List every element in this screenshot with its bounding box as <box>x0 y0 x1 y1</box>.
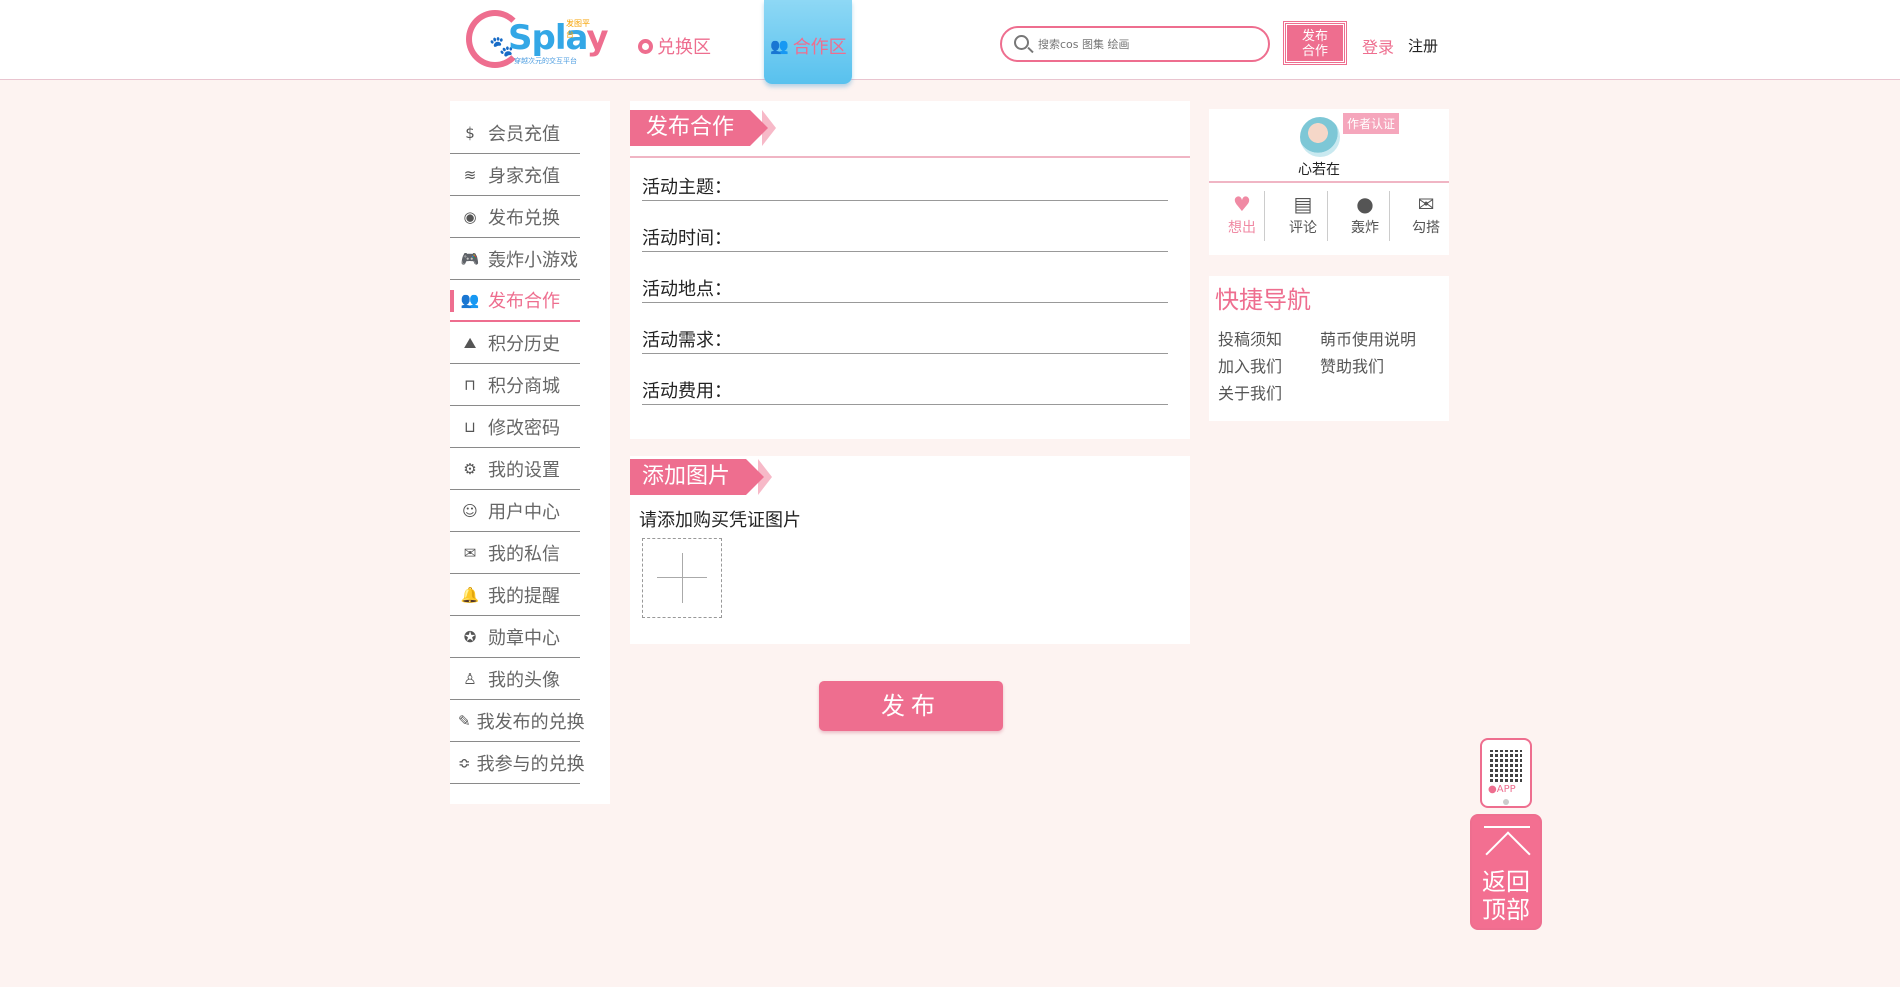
sidebar-item-my-settings[interactable]: ⚙ 我的设置 <box>450 448 580 490</box>
sidebar-item-reminders[interactable]: 🔔 我的提醒 <box>450 574 580 616</box>
dollar-icon: $ <box>465 123 475 142</box>
ring-icon <box>638 38 653 54</box>
apple-icon: ● <box>1488 784 1497 795</box>
sidebar-item-publish-exchange[interactable]: ◉ 发布兑换 <box>450 196 580 238</box>
sidebar-item-vip-recharge[interactable]: $ 会员充值 <box>450 112 580 154</box>
sidebar-item-points-history[interactable]: ⛰ 积分历史 <box>450 322 580 364</box>
people-icon: 👥 <box>770 37 789 55</box>
activity-requirements-label: 活动需求： <box>642 330 732 351</box>
people-icon: 👥 <box>460 291 480 309</box>
activity-topic-field: 活动主题： <box>642 171 1168 201</box>
link-about-us[interactable]: 关于我们 <box>1218 380 1282 404</box>
nav-exchange-label: 兑换区 <box>657 37 711 58</box>
gear-icon: ⚙ <box>463 459 477 478</box>
logo-flag: 发图平台 <box>566 19 590 39</box>
bell-icon: 🔔 <box>460 585 480 604</box>
person-icon: ♙ <box>463 669 477 688</box>
cosplay-logo[interactable]: 🐾 Splay 发图平台 穿越次元的交互平台 <box>466 8 609 68</box>
login-link[interactable]: 登录 <box>1362 34 1394 58</box>
divider <box>630 156 1190 158</box>
cooperation-form-panel: 发布合作 活动主题： 活动时间： 活动地点： 活动需求： 活动费用： <box>630 101 1190 439</box>
user-settings-icon: ☺ <box>462 501 478 520</box>
coins-icon: ≋ <box>463 165 477 184</box>
search-box <box>1000 26 1270 62</box>
site-header: 🐾 Splay 发图平台 穿越次元的交互平台 兑换区 👥 合作区 发布 合作 登… <box>0 0 1900 84</box>
sidebar-item-bomb-game[interactable]: 🎮 轰炸小游戏 <box>450 238 580 280</box>
logo-tagline: 穿越次元的交互平台 <box>514 57 577 65</box>
sidebar-item-publish-cooperation[interactable]: 👥 发布合作 <box>450 280 580 322</box>
author-badge: 作者认证 <box>1343 113 1400 134</box>
comment-button[interactable]: ▤ 评论 <box>1273 191 1333 241</box>
activity-time-label: 活动时间： <box>642 228 732 249</box>
sidebar-item-my-joined-exchanges[interactable]: ≎ 我参与的兑换 <box>450 742 585 784</box>
comment-icon: ▤ <box>1293 192 1313 216</box>
activity-time-field: 活动时间： <box>642 222 1168 252</box>
activity-location-input[interactable] <box>732 273 1152 299</box>
shoe-icon: ⛰ <box>463 333 477 352</box>
search-icon[interactable] <box>1014 35 1029 50</box>
link-coin-guide[interactable]: 萌币使用说明 <box>1320 326 1416 350</box>
quick-nav-title: 快捷导航 <box>1215 286 1311 314</box>
register-link[interactable]: 注册 <box>1408 35 1438 56</box>
publish-cooperation-button[interactable]: 发布 合作 <box>1283 21 1347 65</box>
want-button[interactable]: ♥ 想出 <box>1212 191 1272 241</box>
sidebar-item-private-messages[interactable]: ✉ 我的私信 <box>450 532 580 574</box>
envelope-icon: ✉ <box>463 543 477 562</box>
activity-time-input[interactable] <box>732 222 1152 248</box>
quick-nav: 快捷导航 投稿须知 萌币使用说明 加入我们 赞助我们 关于我们 <box>1209 276 1449 421</box>
mail-icon: ✉ <box>1417 192 1435 216</box>
activity-requirements-input[interactable] <box>732 324 1152 350</box>
app-label: ●APP <box>1488 784 1516 795</box>
heart-icon: ♥ <box>1233 192 1251 216</box>
avatar[interactable] <box>1300 117 1340 157</box>
nav-exchange[interactable]: 兑换区 <box>638 33 711 59</box>
lock-icon: ⊔ <box>464 417 476 436</box>
link-sponsor-us[interactable]: 赞助我们 <box>1320 353 1384 377</box>
activity-location-label: 活动地点： <box>642 279 732 300</box>
sidebar-item-points-mall[interactable]: ⊓ 积分商城 <box>450 364 580 406</box>
back-to-top-button[interactable]: 返回 顶部 <box>1470 814 1542 930</box>
ring-icon: ◉ <box>463 207 477 226</box>
submit-button[interactable]: 发布 <box>819 681 1003 731</box>
image-upload-box[interactable] <box>642 538 722 618</box>
link-join-us[interactable]: 加入我们 <box>1218 353 1282 377</box>
activity-cost-field: 活动费用： <box>642 375 1168 405</box>
app-download-widget[interactable]: ●APP <box>1480 738 1532 808</box>
activity-topic-label: 活动主题： <box>642 177 732 198</box>
contact-button[interactable]: ✉ 勾搭 <box>1396 191 1456 241</box>
sidebar-menu: $ 会员充值 ≋ 身家充值 ◉ 发布兑换 🎮 轰炸小游戏 👥 发布合作 ⛰ 积分历史 ⊓ 积分… <box>450 101 610 804</box>
medal-icon: ✪ <box>463 627 477 646</box>
gamepad-icon: 🎮 <box>460 249 480 268</box>
layers-icon: ≎ <box>458 753 471 772</box>
sidebar-item-change-password[interactable]: ⊔ 修改密码 <box>450 406 580 448</box>
bomb-button[interactable]: ● 轰炸 <box>1335 191 1395 241</box>
sidebar-item-user-center[interactable]: ☺ 用户中心 <box>450 490 580 532</box>
add-images-panel: 添加图片 请添加购买凭证图片 <box>630 456 1190 644</box>
search-input[interactable] <box>1038 34 1258 54</box>
top-bar-icon <box>1484 826 1530 828</box>
image-hint: 请添加购买凭证图片 <box>639 510 801 531</box>
nav-cooperation[interactable]: 👥 合作区 <box>764 0 852 84</box>
divider <box>1209 181 1449 183</box>
bag-icon: ⊓ <box>464 375 476 394</box>
sidebar-item-wealth-recharge[interactable]: ≋ 身家充值 <box>450 154 580 196</box>
edit-icon: ✎ <box>458 711 471 730</box>
form-title: 发布合作 <box>630 110 776 146</box>
activity-requirements-field: 活动需求： <box>642 324 1168 354</box>
sidebar-item-medal-center[interactable]: ✪ 勋章中心 <box>450 616 580 658</box>
activity-topic-input[interactable] <box>732 171 1152 197</box>
qr-code-icon <box>1490 750 1522 782</box>
activity-location-field: 活动地点： <box>642 273 1168 303</box>
sidebar-item-my-published-exchanges[interactable]: ✎ 我发布的兑换 <box>450 700 585 742</box>
add-images-title: 添加图片 <box>630 459 772 495</box>
activity-cost-label: 活动费用： <box>642 381 732 402</box>
bomb-icon: ● <box>1356 192 1374 216</box>
link-submission-guide[interactable]: 投稿须知 <box>1218 326 1282 350</box>
username[interactable]: 心若在 <box>1209 159 1429 179</box>
profile-card: 作者认证 心若在 ♥ 想出 ▤ 评论 ● 轰炸 ✉ 勾搭 <box>1209 109 1449 255</box>
activity-cost-input[interactable] <box>732 375 1152 401</box>
nav-cooperation-label: 合作区 <box>792 37 847 58</box>
sidebar-item-my-avatar[interactable]: ♙ 我的头像 <box>450 658 580 700</box>
